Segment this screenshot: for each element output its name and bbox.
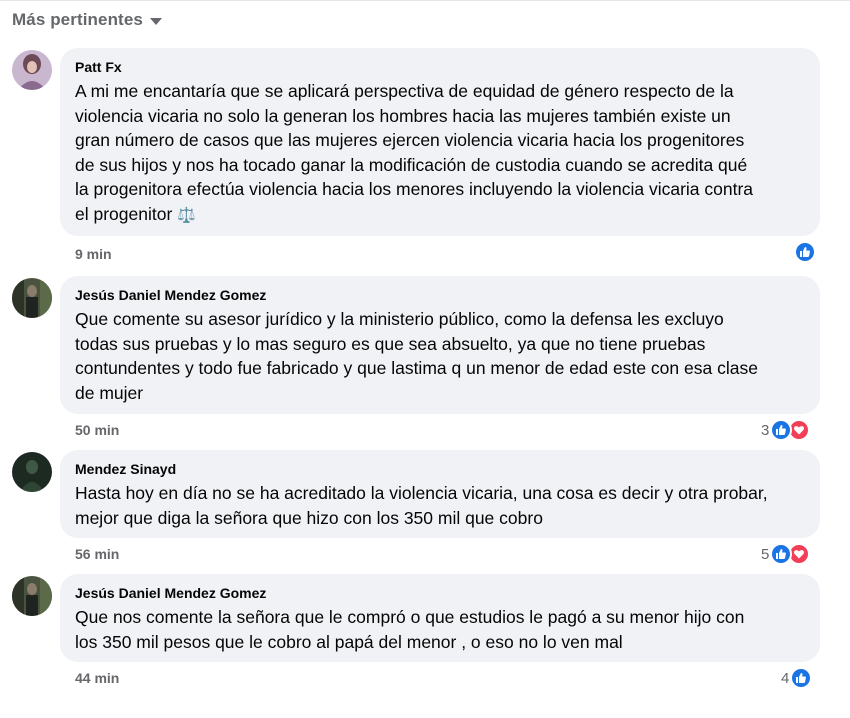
avatar[interactable]	[12, 278, 52, 318]
like-icon	[794, 241, 816, 263]
top-divider	[0, 0, 850, 1]
comment-bubble: Jesús Daniel Mendez Gomez Que nos coment…	[60, 574, 820, 662]
reaction-count: 5	[761, 545, 770, 563]
like-icon	[790, 667, 813, 689]
like-icon	[770, 419, 793, 441]
reactions[interactable]: 4	[781, 667, 813, 689]
reaction-count: 4	[781, 669, 790, 687]
comment-time[interactable]: 9 min	[75, 246, 112, 262]
avatar[interactable]	[12, 452, 52, 492]
scale-icon: ⚖️	[177, 206, 196, 224]
chevron-down-icon	[149, 18, 162, 25]
sort-dropdown[interactable]: Más pertinentes	[12, 10, 162, 30]
reactions[interactable]: 3	[761, 419, 811, 441]
reactions[interactable]	[794, 241, 816, 263]
comment-bubble: Mendez Sinayd Hasta hoy en día no se ha …	[60, 450, 820, 538]
comment-author[interactable]: Patt Fx	[75, 58, 806, 76]
comment-time[interactable]: 50 min	[75, 422, 119, 438]
like-icon	[770, 543, 793, 565]
reactions[interactable]: 5	[761, 543, 811, 565]
reaction-count: 3	[761, 421, 770, 439]
comment-bubble: Jesús Daniel Mendez Gomez Que comente su…	[60, 276, 820, 414]
comment-author[interactable]: Mendez Sinayd	[75, 460, 806, 478]
comment-time[interactable]: 56 min	[75, 546, 119, 562]
avatar[interactable]	[12, 576, 52, 616]
avatar[interactable]	[12, 50, 52, 90]
comment-text: A mi me encantaría que se aplicará persp…	[75, 81, 754, 224]
comment-author[interactable]: Jesús Daniel Mendez Gomez	[75, 286, 806, 304]
comment-text: Hasta hoy en día no se ha acreditado la …	[75, 483, 768, 528]
comment-bubble: Patt Fx A mi me encantaría que se aplica…	[60, 48, 820, 236]
comment-author[interactable]: Jesús Daniel Mendez Gomez	[75, 584, 806, 602]
comment-text: Que nos comente la señora que le compró …	[75, 607, 745, 652]
comment-text: Que comente su asesor jurídico y la mini…	[75, 309, 758, 403]
sort-label: Más pertinentes	[12, 10, 143, 29]
comment-time[interactable]: 44 min	[75, 670, 119, 686]
